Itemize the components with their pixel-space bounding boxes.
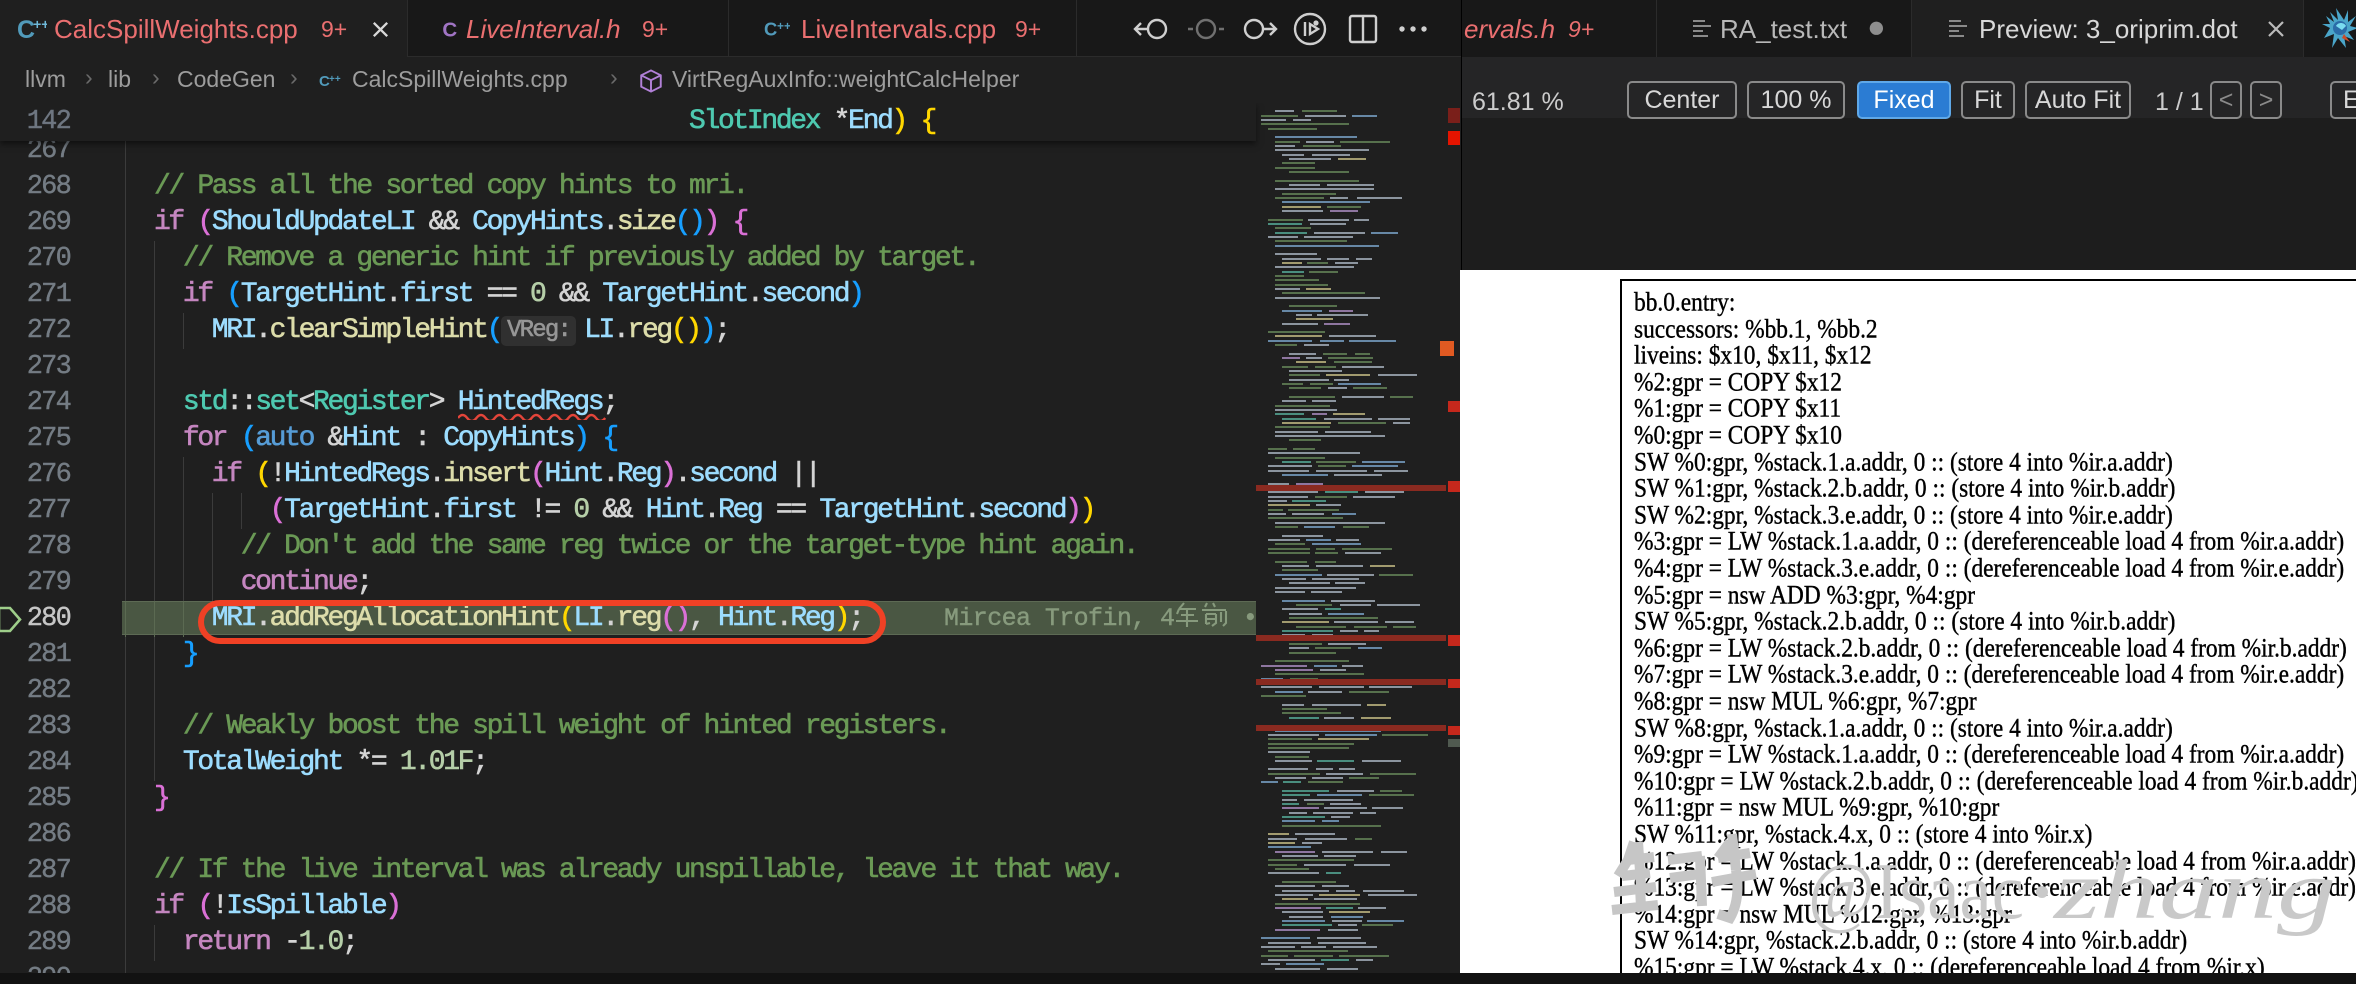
svg-text:C: C <box>442 19 457 42</box>
svg-text:C: C <box>764 19 777 40</box>
svg-text:zhang: zhang <box>2053 844 2336 937</box>
svg-text:++: ++ <box>777 19 790 33</box>
svg-text:++: ++ <box>329 74 341 85</box>
svg-text:@Isaac: @Isaac <box>1808 848 2024 936</box>
svg-text:++: ++ <box>33 17 47 32</box>
